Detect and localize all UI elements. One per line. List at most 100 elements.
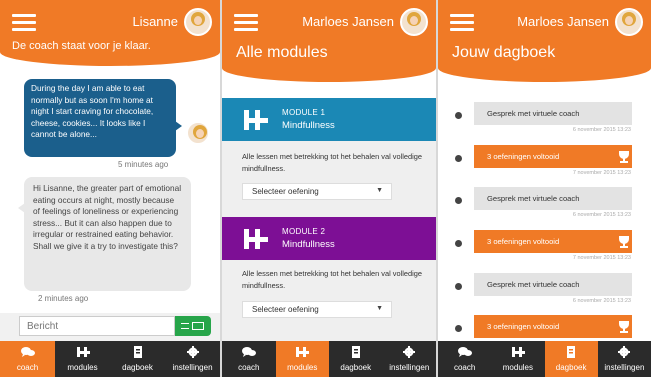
diary-icon (133, 346, 142, 358)
avatar[interactable] (400, 8, 428, 36)
tab-modules[interactable]: modules (491, 341, 544, 377)
module-header[interactable]: MODULE 1 Mindfullness (222, 98, 436, 141)
timeline-dot (455, 197, 462, 204)
avatar[interactable] (615, 8, 643, 36)
module-header[interactable]: MODULE 2 Mindfullness (222, 217, 436, 260)
timeline-dot (455, 155, 462, 162)
diary-icon (351, 346, 360, 358)
entry-date: 6 november 2015 13:23 (572, 212, 631, 218)
tab-label: dagboek (555, 363, 587, 372)
chat-bubbles-icon (241, 347, 256, 357)
gear-icon (186, 346, 199, 358)
trophy-icon (619, 236, 629, 248)
tab-coach[interactable]: coach (222, 341, 276, 377)
header: Lisanne De coach staat voor je klaar. (0, 0, 220, 66)
user-name: Marloes Jansen (302, 14, 394, 29)
entry-date: 7 november 2015 13:23 (572, 170, 631, 176)
tab-label: instellingen (389, 363, 430, 372)
diary-icon (567, 346, 576, 358)
entry-text: Gesprek met virtuele coach (474, 273, 632, 296)
caret-down-icon: ▼ (376, 305, 383, 312)
exercise-select[interactable]: Selecteer oefening ▼ (242, 301, 392, 318)
tab-dagboek[interactable]: dagboek (544, 341, 598, 377)
entry-date: 7 november 2015 13:23 (572, 255, 631, 261)
coach-screen: Lisanne De coach staat voor je klaar. Du… (0, 0, 220, 377)
tab-label: instellingen (604, 363, 645, 372)
entry-text: 3 oefeningen voltooid (474, 315, 632, 338)
menu-icon[interactable] (12, 14, 36, 31)
entry-text: Gesprek met virtuele coach (474, 102, 632, 125)
menu-icon[interactable] (234, 14, 258, 31)
diary-entry[interactable]: Gesprek met virtuele coach 6 november 20… (438, 273, 651, 304)
tab-bar: coach modules dagboek instellingen (438, 341, 651, 377)
menu-icon[interactable] (450, 14, 474, 31)
tab-bar: coach modules dagboek instellingen (0, 341, 220, 377)
message-bar (0, 313, 220, 341)
message-time: 2 minutes ago (38, 294, 89, 303)
plus-logo-icon (296, 347, 310, 357)
module-name: Mindfullness (282, 120, 335, 131)
module-number: MODULE 1 (282, 108, 326, 117)
tab-instellingen[interactable]: instellingen (598, 341, 651, 377)
entry-text: 3 oefeningen voltooid (474, 230, 632, 253)
speed-lines-icon (181, 323, 189, 329)
timeline-dot (455, 283, 462, 290)
trophy-icon (619, 321, 629, 333)
tab-coach[interactable]: coach (438, 341, 491, 377)
module-description: Alle lessen met betrekking tot het behal… (242, 269, 422, 290)
page-title: Alle modules (236, 44, 328, 61)
tab-label: modules (502, 363, 533, 372)
module-body: Alle lessen met betrekking tot het behal… (222, 141, 436, 217)
module-description: Alle lessen met betrekking tot het behal… (242, 152, 422, 173)
avatar[interactable] (184, 8, 212, 36)
coach-message-bubble: Hi Lisanne, the greater part of emotiona… (18, 177, 191, 291)
select-value: Selecteer oefening (252, 187, 319, 196)
trophy-icon (619, 151, 629, 163)
tab-modules[interactable]: modules (275, 341, 329, 377)
coach-subtitle: De coach staat voor je klaar. (12, 40, 151, 52)
entry-date: 6 november 2015 13:23 (572, 298, 631, 304)
tab-instellingen[interactable]: instellingen (165, 341, 220, 377)
diary-entry[interactable]: 3 oefeningen voltooid 7 november 2015 13… (438, 230, 651, 261)
timeline-dot (455, 325, 462, 332)
tab-dagboek[interactable]: dagboek (329, 341, 383, 377)
tab-label: coach (16, 363, 39, 372)
plus-logo-icon (244, 110, 268, 130)
user-message-bubble: During the day I am able to eat normally… (24, 79, 182, 157)
select-value: Selecteer oefening (252, 305, 319, 314)
tab-label: dagboek (122, 363, 153, 372)
tab-bar: coach modules dagboek instellingen (222, 341, 436, 377)
tab-label: modules (67, 363, 98, 372)
tab-label: instellingen (172, 363, 213, 372)
tab-label: modules (287, 363, 318, 372)
diary-screen: Marloes Jansen Jouw dagboek Gesprek met … (438, 0, 651, 377)
plus-logo-icon (511, 347, 525, 357)
entry-date: 6 november 2015 13:23 (572, 127, 631, 133)
page-title: Jouw dagboek (452, 44, 556, 61)
message-input[interactable] (19, 316, 175, 336)
user-name: Marloes Jansen (517, 14, 609, 29)
tab-dagboek[interactable]: dagboek (110, 341, 165, 377)
module-number: MODULE 2 (282, 227, 326, 236)
entry-text: 3 oefeningen voltooid (474, 145, 632, 168)
timeline-dot (455, 240, 462, 247)
envelope-icon (192, 322, 204, 330)
tab-instellingen[interactable]: instellingen (383, 341, 437, 377)
tab-label: coach (453, 363, 476, 372)
user-chat-avatar (186, 121, 210, 145)
diary-entry[interactable]: 3 oefeningen voltooid 7 november 2015 13… (438, 145, 651, 176)
entry-text: Gesprek met virtuele coach (474, 187, 632, 210)
timeline-dot (455, 112, 462, 119)
diary-entry[interactable]: Gesprek met virtuele coach 6 november 20… (438, 102, 651, 133)
user-name: Lisanne (132, 14, 178, 29)
module-name: Mindfullness (282, 239, 335, 250)
diary-entry[interactable]: Gesprek met virtuele coach 6 november 20… (438, 187, 651, 218)
message-time: 5 minutes ago (118, 160, 169, 169)
gear-icon (618, 346, 631, 358)
tab-modules[interactable]: modules (55, 341, 110, 377)
exercise-select[interactable]: Selecteer oefening ▼ (242, 183, 392, 200)
modules-screen: Marloes Jansen Alle modules MODULE 1 Min… (222, 0, 436, 377)
module-body: Alle lessen met betrekking tot het behal… (222, 260, 436, 341)
send-button[interactable] (175, 316, 211, 336)
tab-coach[interactable]: coach (0, 341, 55, 377)
